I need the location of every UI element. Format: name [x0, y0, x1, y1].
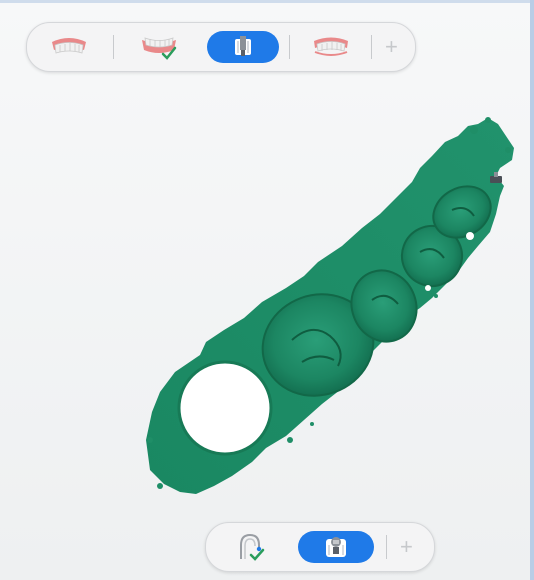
add-scan-button[interactable]: +: [385, 36, 398, 58]
upper-jaw-preparation-icon: [314, 37, 348, 56]
arch-scan-check-icon: [240, 533, 265, 561]
arch-scan-button[interactable]: [228, 530, 272, 564]
scanbody-mode-button[interactable]: [207, 31, 279, 63]
scanbody-scan-button[interactable]: [298, 531, 374, 563]
implant-scanbody-icon: [235, 36, 251, 56]
implant-site-hole: [177, 360, 273, 456]
dental-scan-model[interactable]: [0, 0, 534, 580]
lower-jaw-button[interactable]: [135, 31, 183, 63]
toolbar-separator: [289, 35, 290, 59]
scanbody-scan-icon: [326, 537, 346, 557]
preparation-button[interactable]: [309, 33, 353, 61]
toolbar-separator: [371, 35, 372, 59]
add-scan-button[interactable]: +: [400, 536, 413, 558]
scan-viewport[interactable]: + +: [0, 0, 534, 580]
toolbar-separator: [386, 535, 387, 559]
bottom-toolbar: +: [205, 522, 435, 572]
top-toolbar: +: [26, 22, 416, 72]
toolbar-separator: [113, 35, 114, 59]
lower-jaw-check-icon: [142, 37, 177, 60]
upper-jaw-button[interactable]: [47, 33, 91, 61]
upper-jaw-teeth-icon: [52, 38, 86, 54]
